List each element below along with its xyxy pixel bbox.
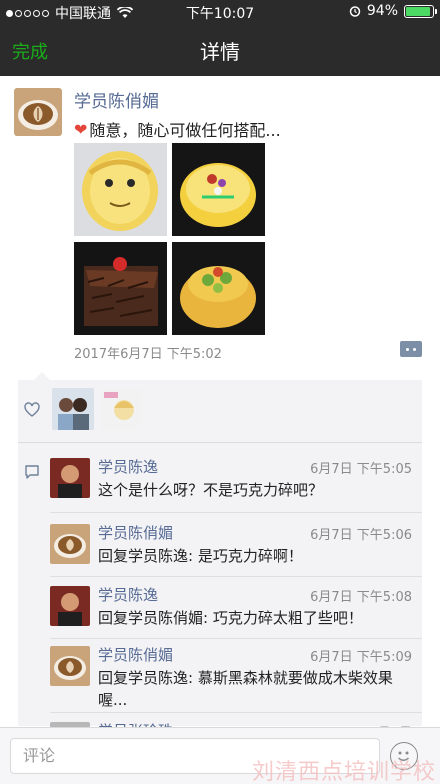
likers-list	[52, 388, 142, 430]
commenter-name[interactable]: 学员陈俏媚	[98, 522, 173, 543]
battery-icon	[404, 4, 437, 18]
commenter-avatar[interactable]	[50, 586, 90, 626]
reply-to-name[interactable]: 学员陈逸	[128, 547, 188, 565]
comment-divider	[50, 638, 422, 639]
comment-more-icon[interactable]	[400, 341, 422, 357]
liker-avatar-2[interactable]	[100, 388, 142, 430]
author-avatar[interactable]	[14, 88, 62, 136]
alarm-icon	[349, 6, 361, 17]
post-timestamp: 2017年6月7日 下午5:02	[74, 347, 222, 362]
commenter-name[interactable]: 学员陈逸	[98, 584, 158, 605]
reply-to-name[interactable]: 学员陈俏媚	[128, 609, 203, 627]
speech-bubble-icon	[25, 465, 39, 479]
commenter-name[interactable]: 学员陈俏媚	[98, 644, 173, 665]
commenter-avatar[interactable]	[50, 458, 90, 498]
reply-body: : 巧克力碎太粗了些吧！	[203, 609, 363, 627]
watermark-text: 刘清西点培训学校	[251, 760, 436, 784]
liker-avatar-1[interactable]	[52, 388, 94, 430]
reply-to-name[interactable]: 学员陈逸	[128, 669, 188, 687]
comment-divider	[50, 512, 422, 513]
interaction-panel: 学员陈逸 6月7日 下午5:05 这个是什么呀？不是巧克力碎吧？ 学员陈俏媚 6…	[18, 372, 422, 762]
nav-bar: 完成 详情	[0, 24, 440, 76]
post-caption-text: 随意，随心可做任何搭配...	[89, 121, 281, 140]
comment-time: 6月7日 下午5:09	[310, 650, 412, 665]
heart-emoji-icon: ❤	[74, 119, 88, 139]
commenter-avatar[interactable]	[50, 646, 90, 686]
comment-text: 回复学员陈俏媚: 巧克力碎太粗了些吧！	[98, 607, 412, 629]
post-photo-3[interactable]	[74, 242, 167, 335]
post-author-name[interactable]: 学员陈俏媚	[74, 87, 159, 112]
likes-divider	[18, 442, 422, 443]
post-caption: ❤ 随意，随心可做任何搭配...	[74, 117, 281, 141]
comment-text: 这个是什么呀？不是巧克力碎吧？	[98, 481, 324, 499]
status-bar: 中国联通 下午10:07 94%	[0, 0, 440, 24]
comment-time: 6月7日 下午5:06	[310, 528, 412, 543]
reply-body: : 是巧克力碎啊！	[188, 547, 303, 565]
comment-divider	[50, 712, 422, 713]
reply-prefix: 回复	[98, 609, 129, 627]
reply-prefix: 回复	[98, 669, 129, 687]
post-photo-2[interactable]	[172, 143, 265, 236]
comment-divider	[50, 576, 422, 577]
post-photo-1[interactable]	[74, 143, 167, 236]
comment-text: 回复学员陈逸: 是巧克力碎啊！	[98, 545, 412, 567]
comment-time: 6月7日 下午5:08	[310, 590, 412, 605]
heart-outline-icon	[24, 402, 40, 417]
page-title: 详情	[200, 40, 240, 64]
reply-prefix: 回复	[98, 547, 129, 565]
status-right: 94%	[349, 3, 437, 19]
comment-text: 回复学员陈逸: 慕斯黑森林就要做成木柴效果喔...	[98, 667, 412, 711]
commenter-name[interactable]: 学员陈逸	[98, 456, 158, 477]
commenter-avatar[interactable]	[50, 524, 90, 564]
comment-time: 6月7日 下午5:05	[310, 462, 412, 477]
post-photo-4[interactable]	[172, 242, 265, 335]
battery-percent: 94%	[366, 3, 398, 19]
